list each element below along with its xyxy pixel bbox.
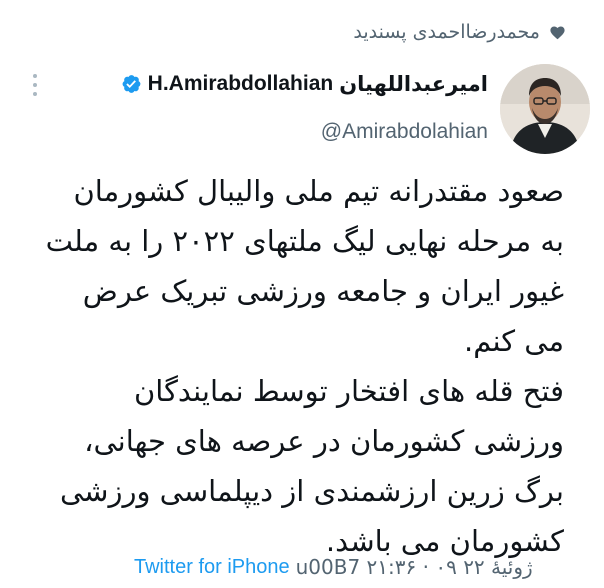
heart-icon (548, 23, 566, 41)
tweet-header: امیرعبداللهیان H.Amirabdollahian @Amirab… (20, 58, 590, 158)
liked-by-text[interactable]: محمدرضااحمدی پسندید (353, 21, 540, 43)
display-name-persian[interactable]: امیرعبداللهیان (339, 72, 488, 96)
social-context[interactable]: محمدرضااحمدی پسندید (20, 14, 566, 50)
tweet-timestamp[interactable]: u00B7 ۲۱:۳۶ · ۰۹ ژوئیهٔ ۲۲ (296, 555, 533, 579)
tweet-text: صعود مقتدرانه تیم ملی والیبال کشورمان به… (45, 174, 564, 558)
display-name-english[interactable]: H.Amirabdollahian (148, 72, 334, 96)
tweet-source-link[interactable]: Twitter for iPhone (134, 556, 290, 579)
avatar[interactable] (500, 64, 590, 154)
author-handle[interactable]: @Amirabdolahian (120, 120, 488, 144)
more-options-icon[interactable] (26, 72, 44, 98)
tweet-footer: Twitter for iPhone u00B7 ۲۱:۳۶ · ۰۹ ژوئی… (134, 554, 584, 580)
author-name-line[interactable]: امیرعبداللهیان H.Amirabdollahian (120, 72, 488, 96)
verified-badge-icon (120, 73, 142, 95)
author-info[interactable]: امیرعبداللهیان H.Amirabdollahian @Amirab… (120, 72, 488, 144)
